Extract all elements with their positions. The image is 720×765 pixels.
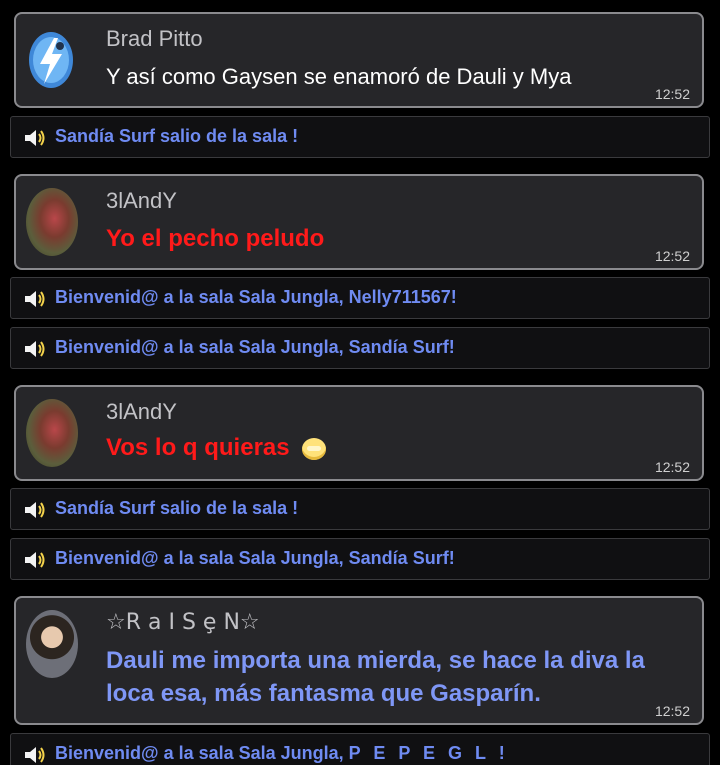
speaker-icon — [25, 291, 45, 307]
speaker-icon — [25, 341, 45, 357]
speaker-icon — [25, 552, 45, 568]
lightning-bot-icon — [29, 32, 73, 88]
notice-username[interactable]: P E P E G L ! — [349, 743, 509, 763]
notice-text: Sandía Surf salio de la sala ! — [55, 498, 299, 518]
user-avatar[interactable] — [26, 188, 78, 256]
speaker-icon — [25, 130, 45, 146]
notice-text-row: Bienvenid@ a la sala Sala Jungla, P E P … — [55, 742, 509, 764]
system-notice: Bienvenid@ a la sala Sala Jungla, Sandía… — [10, 327, 710, 369]
notice-text: Bienvenid@ a la sala Sala Jungla, — [55, 743, 349, 763]
chat-message: 3lAndY Vos lo q quieras 12:52 — [14, 385, 704, 481]
speaker-icon — [25, 502, 45, 518]
chat-feed[interactable]: Brad Pitto Y así como Gaysen se enamoró … — [0, 0, 720, 765]
user-avatar[interactable] — [26, 26, 78, 94]
message-username[interactable]: ☆R a I S ȩ N☆ — [106, 610, 260, 636]
message-text-row: Vos lo q quieras — [106, 433, 326, 463]
user-avatar[interactable] — [26, 610, 78, 678]
speaker-icon — [25, 747, 45, 763]
user-avatar[interactable] — [26, 399, 78, 467]
message-text: Dauli me importa una mierda, se hace la … — [106, 647, 645, 707]
system-notice: Bienvenid@ a la sala Sala Jungla, Sandía… — [10, 538, 710, 580]
message-username[interactable]: 3lAndY — [106, 188, 177, 214]
notice-text: Bienvenid@ a la sala Sala Jungla, Nelly7… — [55, 287, 457, 307]
chat-message: ☆R a I S ȩ N☆ Dauli me importa una mierd… — [14, 596, 704, 725]
system-notice: Bienvenid@ a la sala Sala Jungla, P E P … — [10, 733, 710, 765]
message-timestamp: 12:52 — [654, 459, 690, 475]
smiling-emoji-icon — [301, 437, 326, 460]
system-notice: Sandía Surf salio de la sala ! — [10, 116, 710, 158]
chat-message: Brad Pitto Y así como Gaysen se enamoró … — [14, 12, 704, 108]
system-notice: Sandía Surf salio de la sala ! — [10, 488, 710, 530]
message-username[interactable]: 3lAndY — [106, 399, 177, 425]
message-text: Y así como Gaysen se enamoró de Dauli y … — [106, 64, 572, 89]
message-timestamp: 12:52 — [654, 703, 690, 719]
message-text: Yo el pecho peludo — [106, 225, 325, 252]
notice-text: Sandía Surf salio de la sala ! — [55, 126, 299, 146]
notice-text: Bienvenid@ a la sala Sala Jungla, Sandía… — [55, 337, 455, 357]
message-username[interactable]: Brad Pitto — [106, 26, 203, 52]
message-text: Vos lo q quieras — [106, 434, 290, 461]
system-notice: Bienvenid@ a la sala Sala Jungla, Nelly7… — [10, 277, 710, 319]
message-timestamp: 12:52 — [654, 86, 690, 102]
notice-text: Bienvenid@ a la sala Sala Jungla, Sandía… — [55, 548, 455, 568]
message-timestamp: 12:52 — [654, 248, 690, 264]
chat-message: 3lAndY Yo el pecho peludo 12:52 — [14, 174, 704, 270]
